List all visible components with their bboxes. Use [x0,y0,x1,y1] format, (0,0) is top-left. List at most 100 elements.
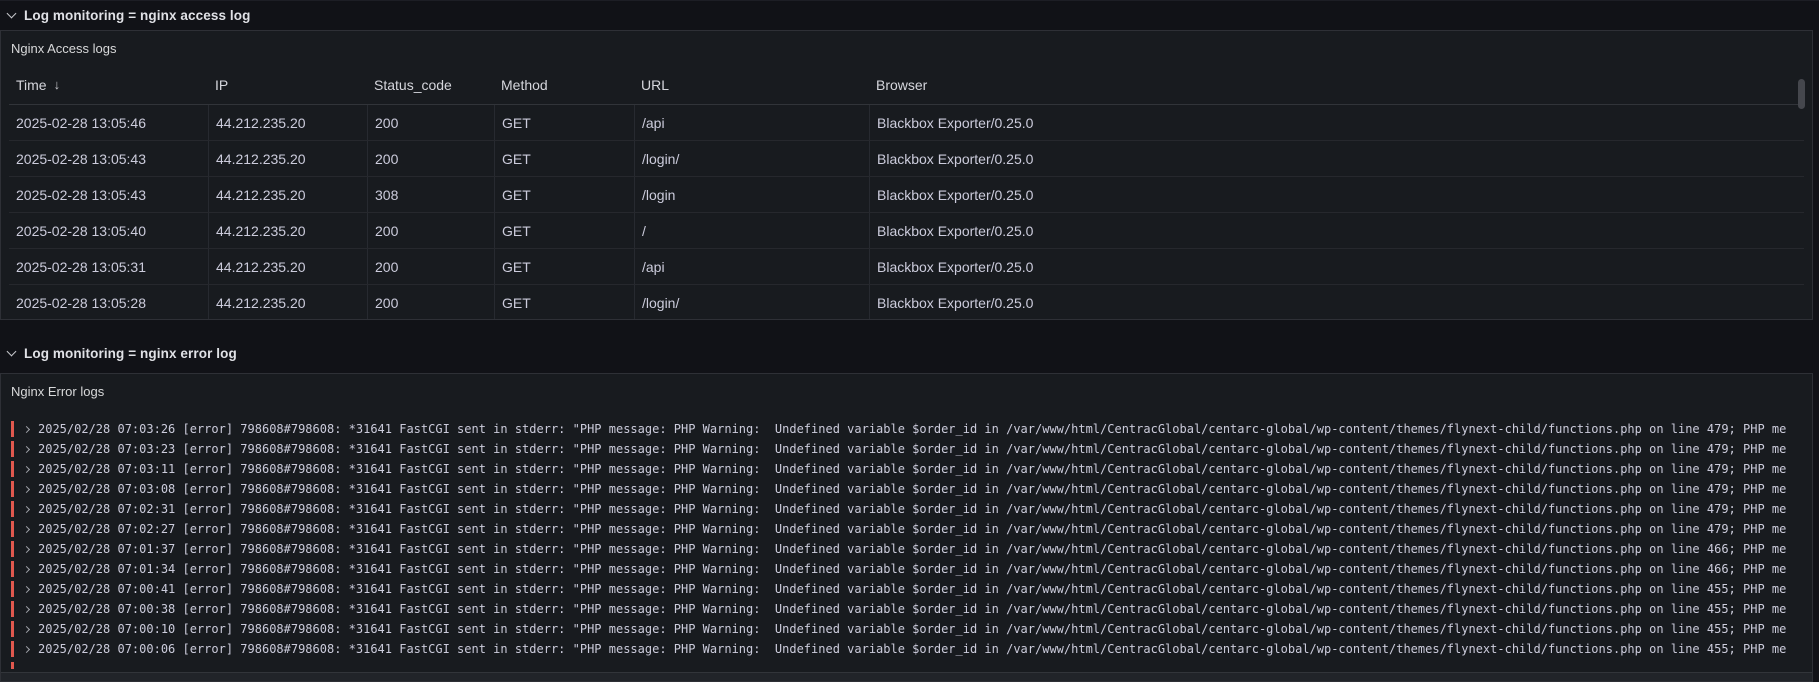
log-row[interactable]: 2025/02/28 07:00:41 [error] 798608#79860… [1,579,1812,599]
log-line-text: 2025/02/28 07:02:27 [error] 798608#79860… [38,522,1787,536]
log-line-text: 2025/02/28 07:03:23 [error] 798608#79860… [38,442,1787,456]
table-cell-status_code: 200 [367,141,494,176]
row-title-error: Log monitoring = nginx error log [24,345,237,361]
log-row[interactable]: 2025/02/28 07:02:27 [error] 798608#79860… [1,519,1812,539]
log-line-text: 2025/02/28 07:01:34 [error] 798608#79860… [38,562,1787,576]
table-cell-browser: Blackbox Exporter/0.25.0 [869,141,1804,176]
table-cell-ip: 44.212.235.20 [208,141,367,176]
chevron-right-icon[interactable] [22,505,31,513]
column-label: URL [641,76,670,93]
log-line-text: 2025/02/28 07:03:26 [error] 798608#79860… [38,422,1787,436]
log-row[interactable]: 2025/02/28 07:00:10 [error] 798608#79860… [1,619,1812,639]
horizontal-scrollbar[interactable] [1,672,1812,681]
chevron-right-icon[interactable] [22,605,31,613]
table-cell-time: 2025-02-28 13:05:43 [16,186,146,203]
log-row[interactable]: 2025/02/28 07:00:06 [error] 798608#79860… [1,639,1812,659]
table-cell-method: GET [494,105,634,140]
log-line-text: 2025/02/28 07:00:41 [error] 798608#79860… [38,582,1787,596]
column-label: Time [16,76,47,93]
table-row: 2025-02-28 13:05:28 44.212.235.20 200 GET/l… [9,285,1804,319]
log-level-error-bar [11,521,14,537]
log-row[interactable]: 2025/02/28 07:01:37 [error] 798608#79860… [1,539,1812,559]
log-level-error-bar [11,501,14,517]
table-cell-method: GET [494,177,634,212]
panel-title-error: Nginx Error logs [11,383,105,399]
table-row: 2025-02-28 13:05:43 44.212.235.20 200 GET/l… [9,141,1804,177]
log-row[interactable]: 2025/02/28 07:03:23 [error] 798608#79860… [1,439,1812,459]
log-row[interactable]: 2025/02/28 07:03:26 [error] 798608#79860… [1,419,1812,439]
table-cell-ip: 44.212.235.20 [208,213,367,248]
table-cell-url: /login [634,177,869,212]
chevron-right-icon[interactable] [22,485,31,493]
log-line-text: 2025/02/28 07:00:06 [error] 798608#79860… [38,642,1787,656]
table-cell-method: GET [494,141,634,176]
chevron-right-icon[interactable] [22,525,31,533]
panel-title-access: Nginx Access logs [11,40,117,56]
log-level-error-bar [11,662,14,669]
table-cell-status_code: 200 [367,285,494,319]
table-row: 2025-02-28 13:05:31 44.212.235.20 200 GET/a… [9,249,1804,285]
log-line-text: 2025/02/28 07:00:10 [error] 798608#79860… [38,622,1787,636]
column-header-method[interactable]: Method [494,77,634,93]
chevron-right-icon[interactable] [22,625,31,633]
table-cell-ip: 44.212.235.20 [208,105,367,140]
table-cell-status_code: 200 [367,105,494,140]
chevron-right-icon[interactable] [22,445,31,453]
log-line-text: 2025/02/28 07:03:08 [error] 798608#79860… [38,482,1787,496]
table-cell-browser: Blackbox Exporter/0.25.0 [869,249,1804,284]
column-header-url[interactable]: URL [634,77,869,93]
log-line-text: 2025/02/28 07:03:11 [error] 798608#79860… [38,462,1787,476]
table-cell-method: GET [494,249,634,284]
dashboard-row-error-log[interactable]: Log monitoring = nginx error log [0,338,1819,368]
panel-header[interactable]: Nginx Access logs [1,31,1812,65]
chevron-right-icon[interactable] [22,565,31,573]
table-cell-ip: 44.212.235.20 [208,177,367,212]
table-cell-browser: Blackbox Exporter/0.25.0 [869,285,1804,319]
chevron-right-icon[interactable] [22,585,31,593]
table-cell-status_code: 200 [367,213,494,248]
table-cell-time: 2025-02-28 13:05:40 [16,222,146,239]
log-line-list: 2025/02/28 07:03:26 [error] 798608#79860… [1,408,1812,669]
chevron-right-icon[interactable] [22,545,31,553]
panel-header[interactable]: Nginx Error logs [1,374,1812,408]
log-level-error-bar [11,461,14,477]
log-level-error-bar [11,641,14,657]
column-header-ip[interactable]: IP [208,77,367,93]
table-cell-ip: 44.212.235.20 [208,285,367,319]
log-level-error-bar [11,421,14,437]
log-row[interactable]: 2025/02/28 07:02:31 [error] 798608#79860… [1,499,1812,519]
table-cell-time: 2025-02-28 13:05:46 [16,114,146,131]
table-cell-method: GET [494,213,634,248]
table-cell-browser: Blackbox Exporter/0.25.0 [869,213,1804,248]
chevron-down-icon [6,8,17,19]
table-cell-url: / [634,213,869,248]
table-cell-method: GET [494,285,634,319]
log-row[interactable]: 2025/02/28 07:03:08 [error] 798608#79860… [1,479,1812,499]
vertical-scrollbar[interactable] [1798,79,1805,109]
column-header-browser[interactable]: Browser [869,77,1804,93]
table-cell-time: 2025-02-28 13:05:28 [16,294,146,311]
log-line-text: 2025/02/28 07:00:38 [error] 798608#79860… [38,602,1787,616]
table-header-row: Time ↓ IP Status_code Method URL Browser [9,65,1804,105]
table-row: 2025-02-28 13:05:46 44.212.235.20 200 GET/a… [9,105,1804,141]
chevron-right-icon[interactable] [22,645,31,653]
dashboard-row-access-log[interactable]: Log monitoring = nginx access log [0,0,1819,30]
log-line-text: 2025/02/28 07:02:31 [error] 798608#79860… [38,502,1787,516]
log-level-error-bar [11,581,14,597]
table-row: 2025-02-28 13:05:40 44.212.235.20 200 GET / B… [9,213,1804,249]
column-header-status_code[interactable]: Status_code [367,77,494,93]
table-cell-url: /login/ [634,285,869,319]
table-cell-ip: 44.212.235.20 [208,249,367,284]
column-label: Method [501,76,548,93]
chevron-right-icon[interactable] [22,465,31,473]
log-row[interactable]: 2025/02/28 07:00:38 [error] 798608#79860… [1,599,1812,619]
row-title-access: Log monitoring = nginx access log [24,8,251,23]
column-header-time[interactable]: Time ↓ [9,77,208,93]
table-cell-url: /api [634,249,869,284]
chevron-right-icon[interactable] [22,425,31,433]
access-log-table: Time ↓ IP Status_code Method URL Browser 2025-… [9,65,1804,319]
grafana-dashboard: Log monitoring = nginx access log Nginx … [0,0,1819,682]
log-row[interactable]: 2025/02/28 07:03:11 [error] 798608#79860… [1,459,1812,479]
log-row[interactable]: 2025/02/28 07:01:34 [error] 798608#79860… [1,559,1812,579]
log-level-error-bar [11,481,14,497]
